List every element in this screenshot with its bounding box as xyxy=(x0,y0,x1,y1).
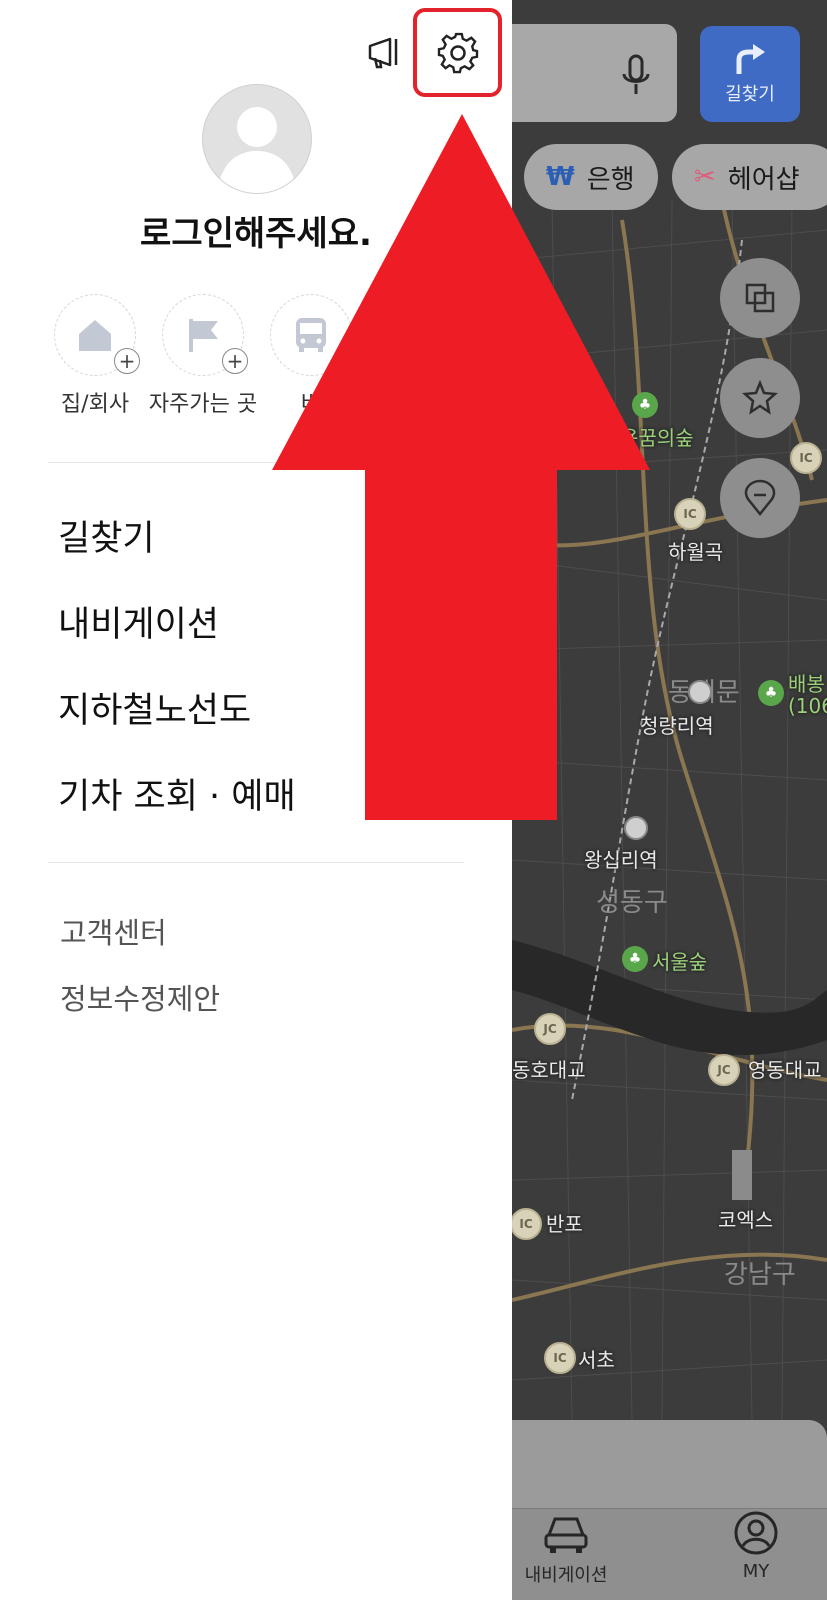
quick-link-label: 버 xyxy=(300,392,322,417)
megaphone-icon[interactable] xyxy=(366,34,404,72)
bottom-nav: 내비게이션 MY xyxy=(512,1508,827,1600)
chip-hair-salon[interactable]: ✂ 헤어샵 xyxy=(672,144,827,210)
nav-navigation[interactable]: 내비게이션 xyxy=(512,1509,636,1600)
route-button-label: 길찾기 xyxy=(725,84,775,105)
place-label[interactable]: 서초 xyxy=(578,1344,615,1373)
nav-navigation-label: 내비게이션 xyxy=(524,1565,608,1586)
avatar[interactable] xyxy=(202,84,312,194)
side-drawer: 로그인해주세요. + 집/회사 + 자주가는 곳 버 길찾기 내비게이션 지하철… xyxy=(0,0,512,1600)
bus-icon xyxy=(296,318,326,352)
place-label[interactable]: 용꿈의숲 xyxy=(620,422,694,451)
quick-link-home-work[interactable]: + 집/회사 xyxy=(35,294,155,424)
add-icon: + xyxy=(114,348,140,374)
ic-badge: IC xyxy=(790,442,822,474)
layers-button[interactable] xyxy=(720,258,800,338)
flag-icon xyxy=(189,319,218,352)
place-label[interactable]: 코엑스 xyxy=(718,1204,773,1233)
home-icon xyxy=(79,320,111,351)
place-label[interactable]: 반포 xyxy=(546,1208,583,1237)
place-label[interactable]: 배봉 xyxy=(788,668,825,697)
favorites-button[interactable] xyxy=(720,358,800,438)
turn-right-arrow-icon xyxy=(736,44,765,74)
divider xyxy=(48,462,464,463)
district-label: 강남구 xyxy=(724,1260,796,1290)
district-label: 성동구 xyxy=(596,888,668,918)
nav-my[interactable]: MY xyxy=(686,1509,826,1600)
menu-item-customer-center[interactable]: 고객센터 xyxy=(60,910,167,952)
park-icon: ♣ xyxy=(632,392,658,418)
search-bar[interactable] xyxy=(512,24,677,122)
user-circle-icon xyxy=(734,1511,778,1555)
station-icon xyxy=(624,816,648,840)
quick-link-frequent-places[interactable]: + 자주가는 곳 xyxy=(143,294,263,424)
quick-link-label: 자주가는 곳 xyxy=(148,392,258,417)
building-icon xyxy=(732,1150,752,1200)
place-label[interactable]: 하월곡 xyxy=(668,536,723,565)
route-button[interactable]: 길찾기 xyxy=(700,26,800,122)
car-icon xyxy=(544,1517,588,1553)
quick-link-circle xyxy=(270,294,352,376)
quick-link-bus[interactable]: 버 xyxy=(251,294,371,424)
place-label: (106 xyxy=(788,694,827,718)
place-label[interactable]: 동호대교 xyxy=(512,1054,586,1083)
quick-link-label: 집/회사 xyxy=(60,392,130,417)
gear-icon xyxy=(437,32,478,73)
divider xyxy=(48,862,464,863)
park-icon: ♣ xyxy=(622,946,648,972)
layers-icon xyxy=(745,283,775,313)
place-label[interactable]: 서울숲 xyxy=(652,946,707,975)
star-icon xyxy=(742,380,778,415)
menu-item-route[interactable]: 길찾기 xyxy=(58,510,155,561)
add-icon: + xyxy=(222,348,248,374)
place-label[interactable]: 영동대교 xyxy=(748,1054,822,1083)
nav-my-label: MY xyxy=(742,1561,770,1582)
ic-badge: IC xyxy=(544,1342,576,1374)
menu-item-suggest-edit[interactable]: 정보수정제안 xyxy=(60,976,220,1018)
place-label[interactable]: 왕십리역 xyxy=(584,844,658,873)
menu-item-train-booking[interactable]: 기차 조회 · 예매 xyxy=(58,768,296,819)
jc-badge: JC xyxy=(708,1054,740,1086)
place-label[interactable]: 청량리역 xyxy=(640,710,714,739)
menu-item-subway-map[interactable]: 지하철노선도 xyxy=(58,682,251,733)
map-view[interactable]: 길찾기 ₩ 은행 ✂ 헤어샵 ♣ 용꿈의숲 IC IC 하월곡 동대문 청량리역… xyxy=(512,0,827,1600)
login-prompt[interactable]: 로그인해주세요. xyxy=(0,206,512,255)
location-pin-icon xyxy=(744,479,776,517)
chip-hair-salon-label: 헤어샵 xyxy=(727,164,800,195)
park-icon: ♣ xyxy=(758,680,784,706)
won-icon: ₩ xyxy=(546,162,575,192)
station-icon xyxy=(688,680,712,704)
chip-bank-label: 은행 xyxy=(586,164,635,195)
chip-bank[interactable]: ₩ 은행 xyxy=(524,144,658,210)
jc-badge: JC xyxy=(534,1013,566,1045)
default-avatar-icon xyxy=(217,107,297,193)
ic-badge: IC xyxy=(674,498,706,530)
scissors-icon: ✂ xyxy=(694,162,716,192)
microphone-icon[interactable] xyxy=(619,54,653,98)
location-button[interactable] xyxy=(720,458,800,538)
settings-button[interactable] xyxy=(413,8,502,97)
menu-item-navigation[interactable]: 내비게이션 xyxy=(58,596,219,647)
